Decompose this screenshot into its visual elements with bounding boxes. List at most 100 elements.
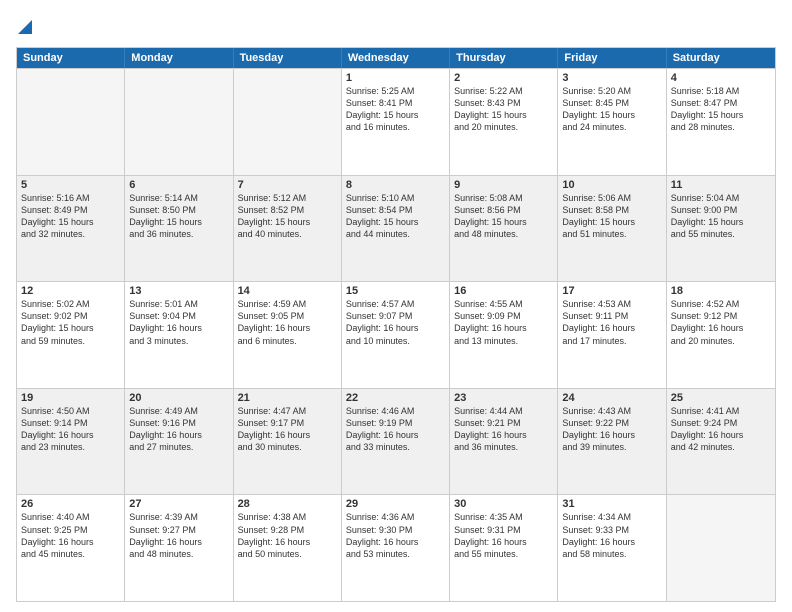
day-number: 8 xyxy=(346,179,445,191)
calendar-row: 26Sunrise: 4:40 AM Sunset: 9:25 PM Dayli… xyxy=(17,494,775,601)
page: SundayMondayTuesdayWednesdayThursdayFrid… xyxy=(0,0,792,612)
day-info: Sunrise: 4:35 AM Sunset: 9:31 PM Dayligh… xyxy=(454,511,553,560)
day-info: Sunrise: 4:57 AM Sunset: 9:07 PM Dayligh… xyxy=(346,298,445,347)
day-info: Sunrise: 4:38 AM Sunset: 9:28 PM Dayligh… xyxy=(238,511,337,560)
day-number: 29 xyxy=(346,498,445,510)
calendar-row: 5Sunrise: 5:16 AM Sunset: 8:49 PM Daylig… xyxy=(17,175,775,282)
day-info: Sunrise: 4:43 AM Sunset: 9:22 PM Dayligh… xyxy=(562,405,661,454)
day-number: 24 xyxy=(562,392,661,404)
day-info: Sunrise: 5:01 AM Sunset: 9:04 PM Dayligh… xyxy=(129,298,228,347)
day-info: Sunrise: 4:41 AM Sunset: 9:24 PM Dayligh… xyxy=(671,405,771,454)
day-number: 15 xyxy=(346,285,445,297)
calendar-cell: 15Sunrise: 4:57 AM Sunset: 9:07 PM Dayli… xyxy=(342,282,450,388)
day-info: Sunrise: 4:47 AM Sunset: 9:17 PM Dayligh… xyxy=(238,405,337,454)
day-number: 10 xyxy=(562,179,661,191)
calendar-cell: 13Sunrise: 5:01 AM Sunset: 9:04 PM Dayli… xyxy=(125,282,233,388)
day-info: Sunrise: 4:55 AM Sunset: 9:09 PM Dayligh… xyxy=(454,298,553,347)
calendar-cell: 8Sunrise: 5:10 AM Sunset: 8:54 PM Daylig… xyxy=(342,176,450,282)
day-number: 20 xyxy=(129,392,228,404)
day-info: Sunrise: 4:44 AM Sunset: 9:21 PM Dayligh… xyxy=(454,405,553,454)
day-number: 31 xyxy=(562,498,661,510)
day-info: Sunrise: 5:08 AM Sunset: 8:56 PM Dayligh… xyxy=(454,192,553,241)
day-number: 12 xyxy=(21,285,120,297)
calendar-cell: 2Sunrise: 5:22 AM Sunset: 8:43 PM Daylig… xyxy=(450,69,558,175)
day-info: Sunrise: 4:36 AM Sunset: 9:30 PM Dayligh… xyxy=(346,511,445,560)
day-number: 27 xyxy=(129,498,228,510)
day-info: Sunrise: 4:59 AM Sunset: 9:05 PM Dayligh… xyxy=(238,298,337,347)
day-info: Sunrise: 5:02 AM Sunset: 9:02 PM Dayligh… xyxy=(21,298,120,347)
day-info: Sunrise: 5:14 AM Sunset: 8:50 PM Dayligh… xyxy=(129,192,228,241)
day-number: 25 xyxy=(671,392,771,404)
day-number: 17 xyxy=(562,285,661,297)
day-number: 6 xyxy=(129,179,228,191)
day-number: 30 xyxy=(454,498,553,510)
calendar-cell: 5Sunrise: 5:16 AM Sunset: 8:49 PM Daylig… xyxy=(17,176,125,282)
calendar-row: 12Sunrise: 5:02 AM Sunset: 9:02 PM Dayli… xyxy=(17,281,775,388)
day-number: 21 xyxy=(238,392,337,404)
calendar-cell: 11Sunrise: 5:04 AM Sunset: 9:00 PM Dayli… xyxy=(667,176,775,282)
day-info: Sunrise: 4:50 AM Sunset: 9:14 PM Dayligh… xyxy=(21,405,120,454)
calendar-cell: 19Sunrise: 4:50 AM Sunset: 9:14 PM Dayli… xyxy=(17,389,125,495)
day-number: 26 xyxy=(21,498,120,510)
day-number: 3 xyxy=(562,72,661,84)
day-info: Sunrise: 5:04 AM Sunset: 9:00 PM Dayligh… xyxy=(671,192,771,241)
day-number: 1 xyxy=(346,72,445,84)
calendar-cell: 28Sunrise: 4:38 AM Sunset: 9:28 PM Dayli… xyxy=(234,495,342,601)
day-number: 4 xyxy=(671,72,771,84)
weekday-header: Thursday xyxy=(450,48,558,68)
day-number: 7 xyxy=(238,179,337,191)
day-info: Sunrise: 5:06 AM Sunset: 8:58 PM Dayligh… xyxy=(562,192,661,241)
day-number: 23 xyxy=(454,392,553,404)
day-info: Sunrise: 5:22 AM Sunset: 8:43 PM Dayligh… xyxy=(454,85,553,134)
day-info: Sunrise: 5:12 AM Sunset: 8:52 PM Dayligh… xyxy=(238,192,337,241)
calendar-cell xyxy=(125,69,233,175)
day-info: Sunrise: 5:25 AM Sunset: 8:41 PM Dayligh… xyxy=(346,85,445,134)
calendar-cell: 20Sunrise: 4:49 AM Sunset: 9:16 PM Dayli… xyxy=(125,389,233,495)
calendar-cell: 26Sunrise: 4:40 AM Sunset: 9:25 PM Dayli… xyxy=(17,495,125,601)
calendar-cell: 6Sunrise: 5:14 AM Sunset: 8:50 PM Daylig… xyxy=(125,176,233,282)
calendar-row: 19Sunrise: 4:50 AM Sunset: 9:14 PM Dayli… xyxy=(17,388,775,495)
header xyxy=(16,16,776,39)
day-number: 18 xyxy=(671,285,771,297)
day-info: Sunrise: 4:39 AM Sunset: 9:27 PM Dayligh… xyxy=(129,511,228,560)
day-info: Sunrise: 5:10 AM Sunset: 8:54 PM Dayligh… xyxy=(346,192,445,241)
calendar-cell: 4Sunrise: 5:18 AM Sunset: 8:47 PM Daylig… xyxy=(667,69,775,175)
calendar-cell: 17Sunrise: 4:53 AM Sunset: 9:11 PM Dayli… xyxy=(558,282,666,388)
day-info: Sunrise: 4:34 AM Sunset: 9:33 PM Dayligh… xyxy=(562,511,661,560)
calendar-cell: 27Sunrise: 4:39 AM Sunset: 9:27 PM Dayli… xyxy=(125,495,233,601)
calendar-cell: 16Sunrise: 4:55 AM Sunset: 9:09 PM Dayli… xyxy=(450,282,558,388)
calendar-body: 1Sunrise: 5:25 AM Sunset: 8:41 PM Daylig… xyxy=(17,68,775,601)
day-number: 19 xyxy=(21,392,120,404)
calendar-cell: 22Sunrise: 4:46 AM Sunset: 9:19 PM Dayli… xyxy=(342,389,450,495)
calendar-cell: 23Sunrise: 4:44 AM Sunset: 9:21 PM Dayli… xyxy=(450,389,558,495)
calendar-cell: 29Sunrise: 4:36 AM Sunset: 9:30 PM Dayli… xyxy=(342,495,450,601)
day-number: 9 xyxy=(454,179,553,191)
calendar-cell: 7Sunrise: 5:12 AM Sunset: 8:52 PM Daylig… xyxy=(234,176,342,282)
calendar-cell xyxy=(667,495,775,601)
day-info: Sunrise: 4:53 AM Sunset: 9:11 PM Dayligh… xyxy=(562,298,661,347)
weekday-header: Friday xyxy=(558,48,666,68)
calendar-header: SundayMondayTuesdayWednesdayThursdayFrid… xyxy=(17,48,775,68)
calendar-cell: 30Sunrise: 4:35 AM Sunset: 9:31 PM Dayli… xyxy=(450,495,558,601)
day-info: Sunrise: 5:20 AM Sunset: 8:45 PM Dayligh… xyxy=(562,85,661,134)
day-info: Sunrise: 4:52 AM Sunset: 9:12 PM Dayligh… xyxy=(671,298,771,347)
day-number: 13 xyxy=(129,285,228,297)
calendar-cell: 3Sunrise: 5:20 AM Sunset: 8:45 PM Daylig… xyxy=(558,69,666,175)
calendar-cell: 21Sunrise: 4:47 AM Sunset: 9:17 PM Dayli… xyxy=(234,389,342,495)
weekday-header: Monday xyxy=(125,48,233,68)
day-number: 28 xyxy=(238,498,337,510)
day-number: 5 xyxy=(21,179,120,191)
logo xyxy=(16,16,32,39)
day-info: Sunrise: 4:46 AM Sunset: 9:19 PM Dayligh… xyxy=(346,405,445,454)
calendar-cell: 18Sunrise: 4:52 AM Sunset: 9:12 PM Dayli… xyxy=(667,282,775,388)
day-number: 16 xyxy=(454,285,553,297)
calendar-cell xyxy=(17,69,125,175)
calendar-cell: 1Sunrise: 5:25 AM Sunset: 8:41 PM Daylig… xyxy=(342,69,450,175)
day-number: 14 xyxy=(238,285,337,297)
weekday-header: Sunday xyxy=(17,48,125,68)
calendar-cell: 25Sunrise: 4:41 AM Sunset: 9:24 PM Dayli… xyxy=(667,389,775,495)
calendar-cell xyxy=(234,69,342,175)
day-info: Sunrise: 4:40 AM Sunset: 9:25 PM Dayligh… xyxy=(21,511,120,560)
weekday-header: Tuesday xyxy=(234,48,342,68)
day-number: 22 xyxy=(346,392,445,404)
